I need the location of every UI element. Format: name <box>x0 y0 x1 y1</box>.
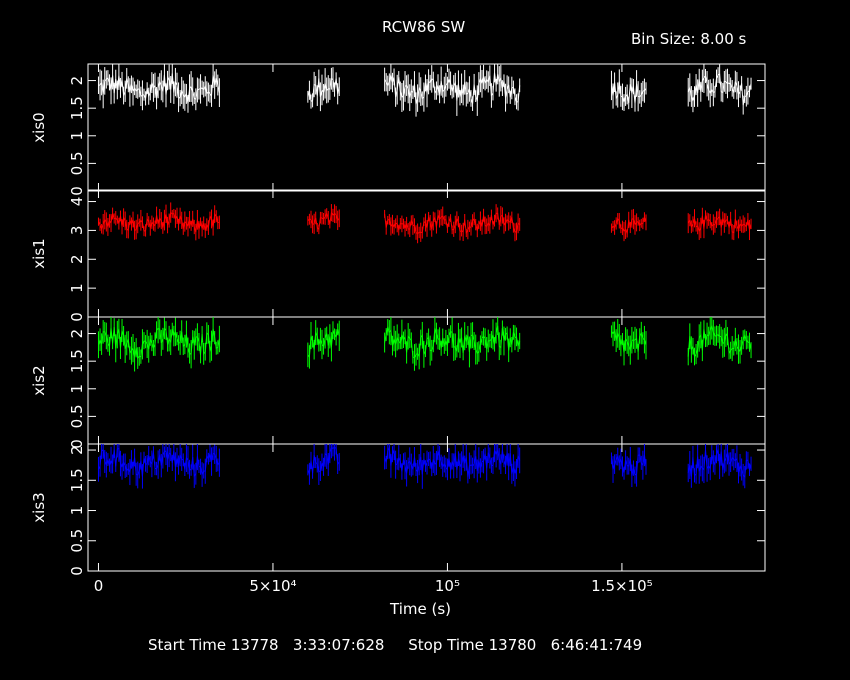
y-tick-label-xis3: 1 <box>68 506 86 516</box>
series-line-xis2 <box>98 327 220 360</box>
y-tick-label-xis1: 4 <box>68 197 86 207</box>
panel-frame-xis2 <box>87 316 766 445</box>
y-tick-label-xis2: 2 <box>68 329 86 339</box>
y-tick-label-xis3: 0 <box>68 566 86 576</box>
y-tick-label-xis3: 1.5 <box>68 468 86 492</box>
y-tick-label-xis3: 2 <box>68 445 86 455</box>
y-axis-label-xis2: xis2 <box>30 365 48 395</box>
y-tick-label-xis1: 2 <box>68 254 86 264</box>
x-tick-label: 0 <box>94 577 104 595</box>
y-tick-label-xis1: 0 <box>68 312 86 322</box>
y-axis-label-xis3: xis3 <box>30 492 48 522</box>
y-tick-label-xis0: 2 <box>68 76 86 86</box>
x-tick-label: 5×10⁴ <box>249 577 296 595</box>
y-tick-label-xis2: 1.5 <box>68 349 86 373</box>
x-tick-label: 1.5×10⁵ <box>591 577 653 595</box>
y-tick-label-xis3: 0.5 <box>68 529 86 553</box>
x-axis-label: Time (s) <box>390 600 451 618</box>
series-line-xis3 <box>98 447 220 478</box>
y-tick-label-xis0: 1.5 <box>68 96 86 120</box>
panel-frame-xis1 <box>87 189 766 318</box>
y-tick-label-xis0: 0 <box>68 186 86 196</box>
y-tick-label-xis1: 1 <box>68 283 86 293</box>
series-line-xis0 <box>98 73 220 104</box>
y-axis-label-xis1: xis1 <box>30 238 48 268</box>
series-line-xis1 <box>98 211 220 233</box>
y-tick-label-xis2: 0.5 <box>68 404 86 428</box>
y-tick-label-xis2: 1 <box>68 384 86 394</box>
light-curve-chart: 0 0.5 1 1.5 2 xis0 0 1 2 3 4 xis1 0 0.5 1 1.5 2 xis2 0 0.5 1… <box>30 63 766 595</box>
time-range-footer: Start Time 13778 3:33:07:628 Stop Time 1… <box>148 636 643 654</box>
y-tick-label-xis0: 0.5 <box>68 151 86 175</box>
y-tick-label-xis0: 1 <box>68 131 86 141</box>
y-tick-label-xis1: 3 <box>68 226 86 236</box>
y-axis-label-xis0: xis0 <box>30 112 48 142</box>
x-tick-label: 10⁵ <box>435 577 460 595</box>
